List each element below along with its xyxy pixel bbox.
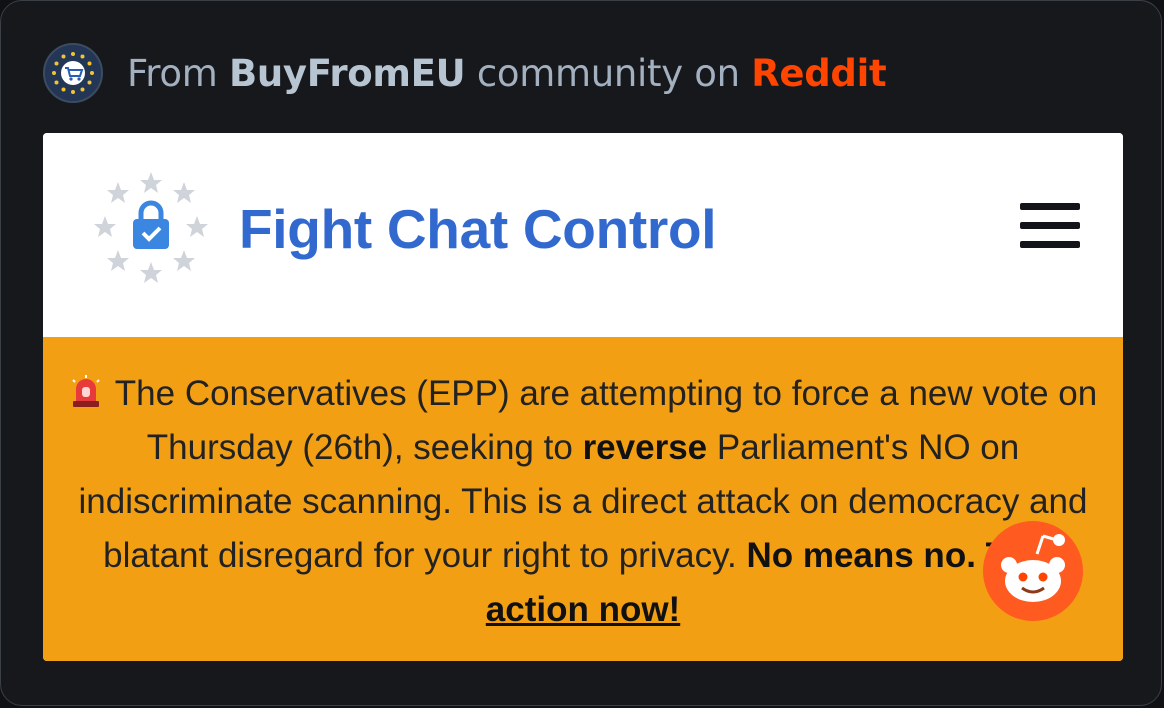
- from-label: From: [127, 51, 218, 95]
- community-link[interactable]: BuyFromEU: [229, 52, 466, 95]
- embed-header: From BuyFromEU community on Reddit: [43, 41, 887, 105]
- embedded-screenshot[interactable]: Fight Chat Control The Conservatives (EP…: [43, 133, 1123, 661]
- site-title[interactable]: Fight Chat Control: [239, 197, 717, 261]
- hamburger-menu-icon[interactable]: [1017, 201, 1083, 251]
- embed-source-line: From BuyFromEU community on Reddit: [127, 51, 887, 95]
- alert-text: The Conservatives (EPP) are attempting t…: [63, 367, 1103, 637]
- lock-stars-logo-icon: [94, 172, 208, 283]
- community-on-label: community on: [476, 51, 740, 95]
- reddit-snoo-icon[interactable]: [983, 521, 1083, 621]
- alert-bold-reverse: reverse: [582, 428, 708, 467]
- siren-icon: [72, 375, 100, 407]
- community-avatar-icon[interactable]: [43, 43, 103, 103]
- alert-bold-no-means-no: No means no.: [746, 536, 976, 575]
- site-header: Fight Chat Control: [43, 133, 1123, 337]
- embed-card: From BuyFromEU community on Reddit Fight…: [0, 0, 1162, 706]
- alert-banner: The Conservatives (EPP) are attempting t…: [43, 337, 1123, 661]
- reddit-link[interactable]: Reddit: [751, 52, 886, 95]
